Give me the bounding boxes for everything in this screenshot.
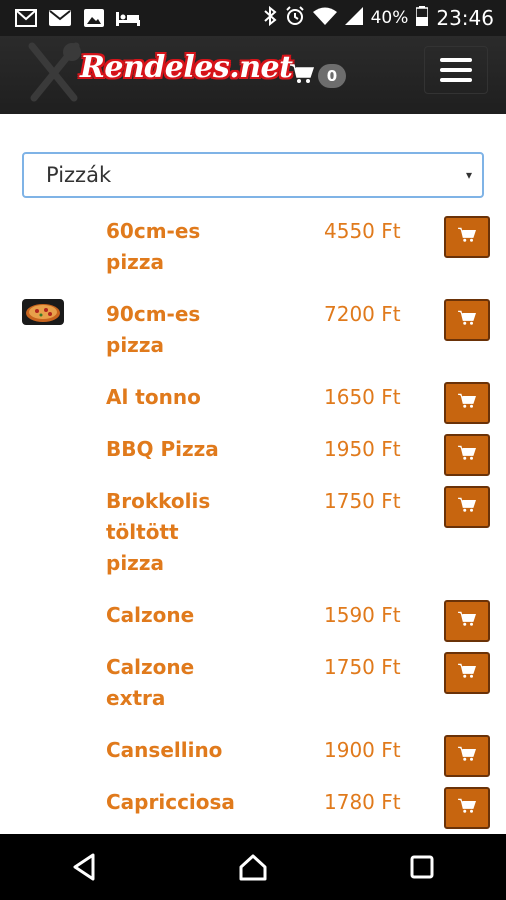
product-price: 1750 Ft xyxy=(324,489,401,513)
add-to-cart-button[interactable] xyxy=(444,299,490,341)
product-name[interactable]: Capricciosa xyxy=(106,787,296,818)
mail-icon xyxy=(48,9,72,27)
product-row: Calzone 1590 Ft xyxy=(0,596,506,648)
product-name[interactable]: 90cm-es pizza xyxy=(106,299,296,361)
cart-icon xyxy=(458,663,477,683)
product-row: Cansellino 1900 Ft xyxy=(0,731,506,783)
product-name[interactable]: Calzone extra xyxy=(106,652,296,714)
cart-icon xyxy=(458,445,477,465)
product-name[interactable]: BBQ Pizza xyxy=(106,434,296,465)
status-bar: 40% 23:46 xyxy=(0,0,506,36)
product-name-line: 90cm-es xyxy=(106,302,201,326)
bed-icon xyxy=(116,9,140,27)
site-logo[interactable]: Rendeles.net xyxy=(80,50,293,85)
product-name-line: Calzone xyxy=(106,603,195,627)
product-name-line: pizza xyxy=(106,250,164,274)
battery-icon xyxy=(415,5,430,31)
product-price: 1900 Ft xyxy=(324,738,401,762)
alarm-icon xyxy=(285,5,305,31)
product-name[interactable]: 60cm-es pizza xyxy=(106,216,296,278)
cart-icon xyxy=(458,227,477,247)
add-to-cart-button[interactable] xyxy=(444,735,490,777)
chevron-down-icon: ▾ xyxy=(465,168,472,182)
add-to-cart-button[interactable] xyxy=(444,434,490,476)
battery-percent: 40% xyxy=(370,8,409,28)
add-to-cart-button[interactable] xyxy=(444,486,490,528)
product-row: 60cm-es pizza 4550 Ft xyxy=(0,212,506,295)
hamburger-icon-bar xyxy=(440,78,472,82)
notification-icons xyxy=(0,9,140,27)
clock: 23:46 xyxy=(436,6,494,30)
product-name[interactable]: Brokkolis töltött pizza xyxy=(106,486,296,579)
product-row: Al tonno 1650 Ft xyxy=(0,378,506,430)
cart-icon xyxy=(458,798,477,818)
product-name[interactable]: Al tonno xyxy=(106,382,296,413)
hamburger-icon-bar xyxy=(440,68,472,72)
product-name-line: 60cm-es xyxy=(106,219,201,243)
product-name-line: Calzone xyxy=(106,655,195,679)
product-name[interactable]: Cansellino xyxy=(106,735,296,766)
cart-count-badge: 0 xyxy=(318,64,346,88)
product-row: BBQ Pizza 1950 Ft xyxy=(0,430,506,482)
add-to-cart-button[interactable] xyxy=(444,600,490,642)
header-cart-button[interactable]: 0 xyxy=(290,64,346,88)
product-price: 1650 Ft xyxy=(324,385,401,409)
image-icon xyxy=(82,9,106,27)
product-name-line: Capricciosa xyxy=(106,790,235,814)
add-to-cart-button[interactable] xyxy=(444,652,490,694)
product-name-line: extra xyxy=(106,686,166,710)
product-price: 1780 Ft xyxy=(324,790,401,814)
product-price: 1750 Ft xyxy=(324,655,401,679)
cart-icon xyxy=(458,497,477,517)
app-header: Rendeles.net 0 xyxy=(0,36,506,114)
menu-toggle-button[interactable] xyxy=(424,46,488,94)
hamburger-icon-bar xyxy=(440,58,472,62)
product-name-line: Brokkolis xyxy=(106,489,211,513)
cutlery-logo-icon xyxy=(22,40,86,104)
product-price: 1590 Ft xyxy=(324,603,401,627)
android-nav-bar xyxy=(0,834,506,900)
product-name-line: Al tonno xyxy=(106,385,201,409)
bluetooth-icon xyxy=(263,5,277,31)
product-name-line: BBQ Pizza xyxy=(106,437,219,461)
product-name-line: pizza xyxy=(106,551,164,575)
home-icon[interactable] xyxy=(233,847,273,887)
cart-icon xyxy=(290,64,315,88)
product-name-line: Cansellino xyxy=(106,738,223,762)
system-status: 40% 23:46 xyxy=(263,5,506,31)
pizza-thumbnail[interactable] xyxy=(22,299,64,325)
cart-icon xyxy=(458,310,477,330)
recents-icon[interactable] xyxy=(402,847,442,887)
add-to-cart-button[interactable] xyxy=(444,382,490,424)
gmail-icon xyxy=(14,9,38,27)
cart-icon xyxy=(458,611,477,631)
signal-icon xyxy=(344,6,363,30)
back-icon[interactable] xyxy=(64,847,104,887)
cart-icon xyxy=(458,746,477,766)
category-select[interactable]: Pizzák ▾ xyxy=(22,152,484,198)
product-price: 4550 Ft xyxy=(324,219,401,243)
product-name-line: pizza xyxy=(106,333,164,357)
product-row: Calzone extra 1750 Ft xyxy=(0,648,506,731)
wifi-icon xyxy=(312,7,337,30)
add-to-cart-button[interactable] xyxy=(444,787,490,829)
product-row: 90cm-es pizza 7200 Ft xyxy=(0,295,506,378)
category-select-value: Pizzák xyxy=(46,163,112,187)
product-row: Capricciosa 1780 Ft xyxy=(0,783,506,835)
product-name-line: töltött xyxy=(106,520,179,544)
product-row: Brokkolis töltött pizza 1750 Ft xyxy=(0,482,506,596)
cart-icon xyxy=(458,393,477,413)
add-to-cart-button[interactable] xyxy=(444,216,490,258)
product-price: 1950 Ft xyxy=(324,437,401,461)
product-name[interactable]: Calzone xyxy=(106,600,296,631)
product-price: 7200 Ft xyxy=(324,302,401,326)
